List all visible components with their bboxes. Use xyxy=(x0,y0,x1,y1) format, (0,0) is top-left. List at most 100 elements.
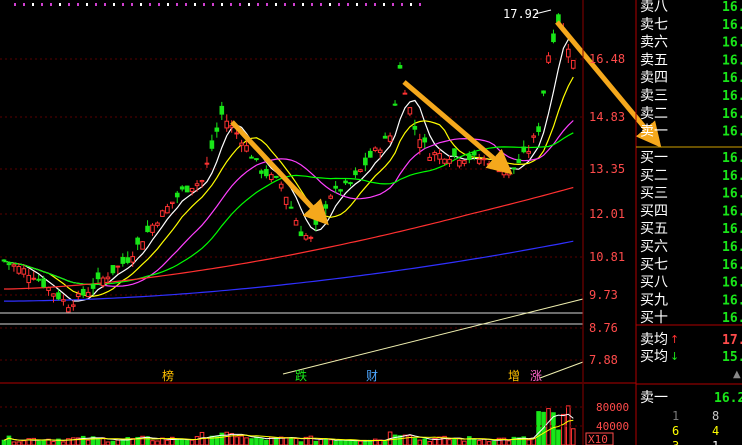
candle-body xyxy=(165,206,170,214)
buy-level-label: 买二 xyxy=(640,168,668,184)
candle-body xyxy=(51,293,56,297)
buy-level-label: 买一 xyxy=(640,150,668,166)
candle-body xyxy=(110,265,116,274)
volume-tick-label: 80000 xyxy=(596,401,629,414)
avg-sell-label: 卖均 xyxy=(640,332,668,348)
sell-level-label: 卖一 xyxy=(640,124,668,140)
candle-body xyxy=(412,125,418,130)
volume-bar xyxy=(476,440,482,445)
candle-body xyxy=(313,216,319,225)
volume-ma5-line xyxy=(3,413,574,442)
candle-body xyxy=(11,264,17,267)
volume-bar xyxy=(229,433,234,445)
candle-body xyxy=(174,192,180,198)
indicator-dot xyxy=(212,3,214,6)
candle-body xyxy=(120,256,126,264)
buy-level-label: 买七 xyxy=(640,257,668,273)
candle-body xyxy=(36,278,41,281)
candle-body xyxy=(447,158,452,164)
sell-level-label: 卖二 xyxy=(640,106,668,122)
candle-body xyxy=(358,169,363,173)
candle-body xyxy=(343,180,348,184)
candle-body xyxy=(31,277,36,280)
volume-bar xyxy=(249,438,254,445)
event-label: 榜 xyxy=(162,368,174,383)
candle-body xyxy=(80,288,86,296)
indicator-dot xyxy=(158,3,160,6)
candle-body xyxy=(402,92,408,95)
candle-body xyxy=(338,189,343,192)
ma20-line xyxy=(3,120,574,287)
volume-bar xyxy=(486,441,492,445)
buy-level-price: 16. xyxy=(722,311,742,326)
candle-body xyxy=(71,304,76,307)
volume-bar xyxy=(259,438,264,445)
volume-bar xyxy=(343,440,348,445)
candle-body xyxy=(521,146,527,153)
candle-body xyxy=(422,137,428,143)
candle-body xyxy=(61,299,66,302)
candle-body xyxy=(427,156,432,161)
candle-body xyxy=(462,160,467,164)
candle-body xyxy=(506,171,512,176)
candle-body xyxy=(66,307,71,313)
indicator-dot xyxy=(32,3,34,6)
buy-level-label: 买五 xyxy=(640,221,668,237)
candle-body xyxy=(363,157,368,166)
price-tick-label: 9.73 xyxy=(589,288,618,302)
price-tick-label: 7.88 xyxy=(589,353,618,367)
volume-bar xyxy=(471,438,477,445)
candle-body xyxy=(531,135,536,138)
candle-body xyxy=(1,259,7,262)
indicator-dot xyxy=(86,3,88,6)
indicator-dot xyxy=(140,3,142,6)
candle-body xyxy=(199,180,205,183)
buy-level-price: 16. xyxy=(722,204,742,219)
event-labels[interactable]: 榜 跌 财 增 涨 xyxy=(162,368,542,383)
buy-level-label: 买九 xyxy=(640,292,668,308)
indicator-dot xyxy=(77,3,79,6)
buy-level-price: 16. xyxy=(722,151,742,166)
volume-bar xyxy=(224,431,230,445)
candle-body xyxy=(303,235,309,240)
candle-body xyxy=(21,268,27,275)
trade-stat: 1 xyxy=(712,439,719,445)
indicator-dot xyxy=(194,3,196,6)
candle-body xyxy=(41,278,46,288)
volume-bar xyxy=(288,437,294,445)
price-tick-label: 12.01 xyxy=(589,207,625,221)
indicator-dot xyxy=(266,3,268,6)
trend-line-diagonal-2 xyxy=(539,361,584,379)
candle-body xyxy=(115,265,121,268)
sell-level-label: 卖六 xyxy=(640,35,668,51)
volume-bar xyxy=(21,440,27,445)
indicator-dot xyxy=(185,3,187,6)
price-tick-label: 14.83 xyxy=(589,110,625,124)
candle-body xyxy=(288,206,294,209)
volume-bar xyxy=(353,440,358,445)
candle-body xyxy=(551,33,556,43)
volume-bar xyxy=(338,439,343,445)
volume-bar xyxy=(392,434,398,445)
trade-stat: 6 xyxy=(672,424,679,438)
candle-body xyxy=(387,135,393,142)
candlestick-series[interactable] xyxy=(1,13,576,313)
indicator-dot xyxy=(419,3,421,6)
candle-body xyxy=(273,175,279,178)
candle-body xyxy=(90,283,96,289)
volume-bar xyxy=(536,411,541,445)
order-book: 卖八 16. 卖七 16. 卖六 16. 卖五 16. 卖四 16. 卖三 16. 卖二 16. 卖一 16.… xyxy=(640,0,742,445)
candle-body xyxy=(452,148,457,157)
candle-body xyxy=(6,263,12,266)
volume-bar xyxy=(506,440,512,445)
candle-body xyxy=(382,135,388,139)
stock-chart[interactable]: 17.92 16.48 14.83 13.35 12.01 10.81 9.73… xyxy=(0,0,742,445)
price-tick-label: 16.48 xyxy=(589,52,625,66)
buy-level-price: 16. xyxy=(722,187,742,202)
price-tick-label: 8.76 xyxy=(589,321,618,335)
volume-bar xyxy=(323,438,329,445)
indicator-dot xyxy=(293,3,295,6)
indicator-dot xyxy=(392,3,394,6)
volume-bar xyxy=(244,437,249,445)
sell-level-price: 16. xyxy=(722,0,742,15)
